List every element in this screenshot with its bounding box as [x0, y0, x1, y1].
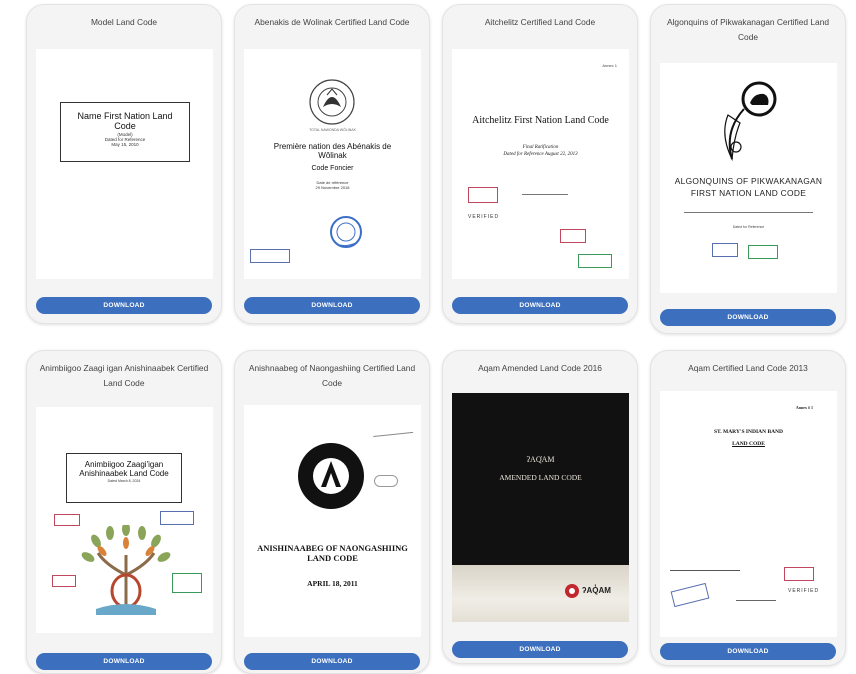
annex-label: Annex # 1: [795, 405, 813, 410]
wolinak-seal-icon: [309, 79, 355, 125]
aqam-logo-icon: [565, 584, 579, 598]
card-title: Aqam Amended Land Code 2016: [478, 363, 602, 373]
land-code-card: Model Land Code Name First Nation Land C…: [26, 4, 222, 324]
download-button[interactable]: DOWNLOAD: [660, 309, 836, 326]
document-title: ALGONQUINS OF PIKWAKANAGAN FIRST NATION …: [674, 176, 823, 198]
document-title: Animbiigoo Zaagi'igan Anishinaabek Land …: [79, 460, 169, 478]
card-title: Abenakis de Wolinak Certified Land Code: [254, 17, 410, 27]
download-button[interactable]: DOWNLOAD: [36, 297, 212, 314]
document-title-box: Name First Nation Land Code (Model) Date…: [60, 102, 190, 162]
handwritten-note: [370, 408, 414, 438]
certification-stamp: [172, 573, 202, 593]
card-title: Model Land Code: [90, 17, 158, 27]
document-date: Dated for Reference August 22, 2013: [503, 152, 578, 157]
tree-bird-illustration-icon: [81, 525, 171, 615]
certification-stamp: [560, 229, 586, 243]
download-button[interactable]: DOWNLOAD: [244, 653, 420, 670]
blue-stamp-icon: [330, 216, 362, 248]
document-title: ʔAQ̓AM: [526, 455, 555, 464]
download-button[interactable]: DOWNLOAD: [452, 641, 628, 658]
document-thumbnail[interactable]: ʔAQ̓AM AMENDED LAND CODE ʔAQ̓AM: [452, 393, 629, 622]
land-code-card: Aqam Certified Land Code 2013 Annex # 1 …: [650, 350, 846, 666]
document-subtitle: Code Foncier: [311, 165, 354, 172]
certification-stamp: [52, 575, 76, 587]
download-button[interactable]: DOWNLOAD: [452, 297, 628, 314]
document-thumbnail[interactable]: TOTAL NAWONDA WÔLINAK Première nation de…: [244, 49, 421, 279]
land-code-card: Algonquins of Pikwakanagan Certified Lan…: [650, 4, 846, 334]
certification-stamp: [160, 511, 194, 525]
verified-stamp: VERIFIED: [468, 214, 500, 220]
sunburst-seal-icon: [298, 443, 364, 509]
land-code-card: Anishnaabeg of Naongashiing Certified La…: [234, 350, 430, 674]
land-code-card: Aqam Amended Land Code 2016 ʔAQ̓AM AMEND…: [442, 350, 638, 664]
card-title: Animbiigoo Zaagi igan Anishinaabek Certi…: [39, 363, 209, 388]
document-reference: Dated for Reference: [732, 225, 765, 229]
certification-stamp: [748, 245, 778, 259]
certification-note: [522, 171, 568, 195]
document-subtitle: AMENDED LAND CODE: [499, 473, 582, 482]
document-title: Name First Nation Land Code: [77, 111, 173, 131]
document-title: Première nation des Abénakis de Wôlinak: [273, 142, 392, 160]
document-thumbnail[interactable]: Name First Nation Land Code (Model) Date…: [36, 49, 213, 279]
card-title: Aqam Certified Land Code 2013: [688, 363, 808, 373]
certification-stamp: [670, 582, 710, 608]
document-title: ANISHINAABEG OF NAONGASHIING LAND CODE: [257, 543, 408, 563]
download-button[interactable]: DOWNLOAD: [36, 653, 212, 670]
certification-stamp: [784, 567, 814, 581]
land-code-card: Abenakis de Wolinak Certified Land Code …: [234, 4, 430, 324]
document-thumbnail[interactable]: Annex 1 Aitchelitz First Nation Land Cod…: [452, 49, 629, 279]
seal-caption: TOTAL NAWONDA WÔLINAK: [309, 128, 356, 132]
document-date: Dated March 8, 2024: [107, 479, 141, 483]
download-button[interactable]: DOWNLOAD: [244, 297, 420, 314]
document-date: May 15, 2010: [111, 142, 139, 147]
document-thumbnail[interactable]: Annex # 1 ST. MARY'S INDIAN BAND LAND CO…: [660, 391, 837, 637]
document-subtitle: LAND CODE: [732, 441, 765, 447]
document-title-box: Animbiigoo Zaagi'igan Anishinaabek Land …: [66, 453, 182, 503]
card-title: Anishnaabeg of Naongashiing Certified La…: [248, 363, 416, 388]
document-thumbnail[interactable]: ALGONQUINS OF PIKWAKANAGAN FIRST NATION …: [660, 63, 837, 293]
document-date: APRIL 18, 2011: [307, 579, 358, 588]
dreamcatcher-bear-icon: [724, 81, 777, 161]
document-thumbnail[interactable]: ANISHINAABEG OF NAONGASHIING LAND CODE A…: [244, 405, 421, 637]
land-code-card: Aitchelitz Certified Land Code Annex 1 A…: [442, 4, 638, 324]
land-code-card: Animbiigoo Zaagi igan Anishinaabek Certi…: [26, 350, 222, 674]
title-rule: [684, 212, 813, 213]
download-button[interactable]: DOWNLOAD: [660, 643, 836, 660]
document-date: 29 Novembre 2018: [315, 185, 350, 190]
certification-stamp: [712, 243, 738, 257]
certification-stamp: [468, 187, 498, 203]
document-subtitle: Final Ratification: [522, 145, 559, 150]
certification-note: [736, 587, 776, 601]
document-signature-block: [670, 547, 740, 571]
ratification-stamp: [578, 254, 612, 268]
annex-label: Annex 1: [602, 63, 617, 68]
handwritten-note: [374, 475, 398, 487]
document-thumbnail[interactable]: Animbiigoo Zaagi'igan Anishinaabek Land …: [36, 407, 213, 633]
document-title: Aitchelitz First Nation Land Code: [472, 115, 609, 126]
card-title: Aitchelitz Certified Land Code: [484, 17, 596, 27]
certification-stamp: [250, 249, 290, 263]
brand-label: ʔAQ̓AM: [582, 586, 611, 595]
document-title: ST. MARY'S INDIAN BAND: [713, 429, 784, 435]
card-title: Algonquins of Pikwakanagan Certified Lan…: [666, 17, 830, 42]
verified-stamp: VERIFIED: [788, 588, 820, 594]
